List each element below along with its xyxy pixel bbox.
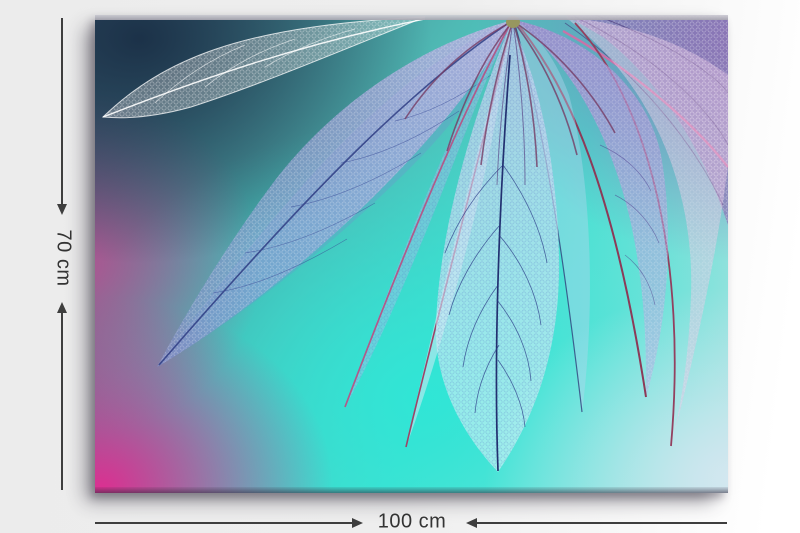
- arrow-right-icon: [352, 518, 363, 528]
- height-dimension-line-bottom: [61, 313, 63, 490]
- canvas-print-image[interactable]: [95, 15, 728, 493]
- arrow-left-icon: [466, 518, 477, 528]
- height-dimension-label: 70 cm: [52, 230, 75, 287]
- width-dimension-line-right: [477, 522, 727, 524]
- skeleton-leaves-artwork: [95, 15, 728, 493]
- width-dimension-line-left: [95, 522, 352, 524]
- canvas-bottom-edge: [95, 487, 728, 493]
- product-preview: 70 cm 100 cm: [0, 0, 800, 533]
- arrow-down-icon: [57, 204, 67, 215]
- arrow-up-icon: [57, 302, 67, 313]
- height-dimension-line-top: [61, 18, 63, 204]
- width-dimension-label: 100 cm: [378, 511, 447, 533]
- canvas-top-edge: [95, 15, 728, 20]
